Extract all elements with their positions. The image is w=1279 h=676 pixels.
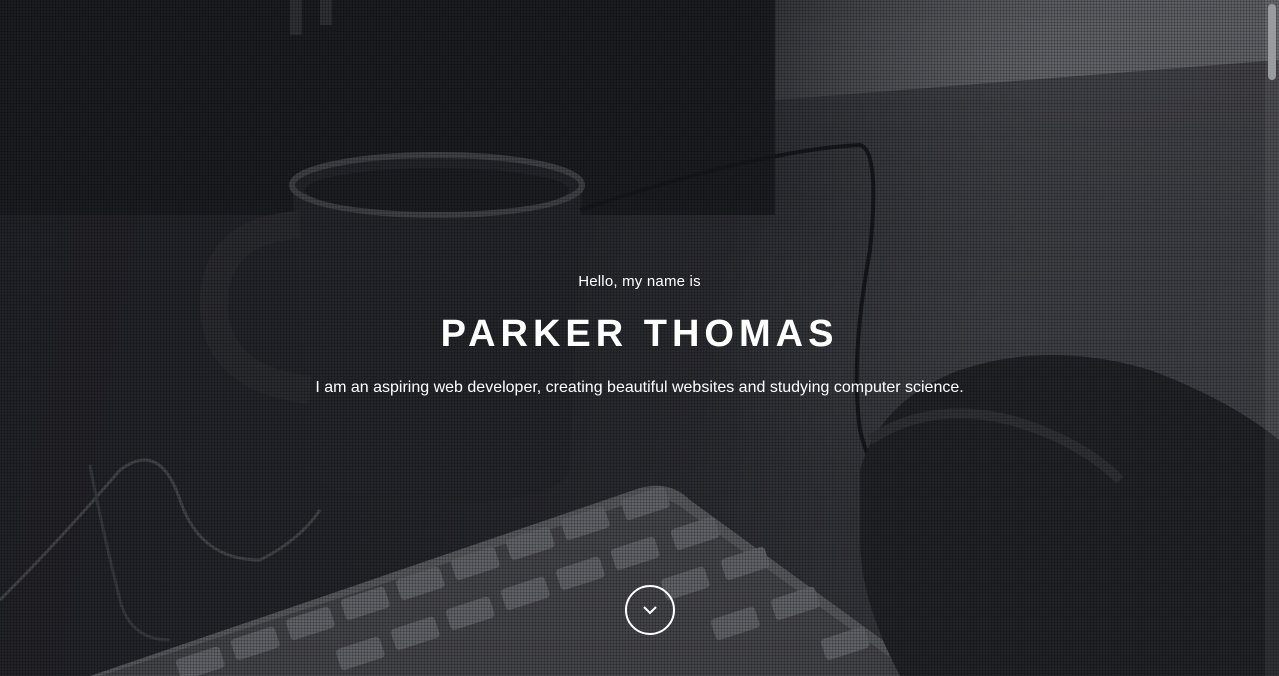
- hero-section: Hello, my name is PARKER THOMAS I am an …: [0, 0, 1279, 676]
- page-scrollbar[interactable]: [1265, 0, 1279, 676]
- hero-greeting: Hello, my name is: [578, 273, 701, 290]
- hero-name: PARKER THOMAS: [440, 313, 839, 355]
- chevron-down-icon: [643, 606, 657, 615]
- scroll-down-button[interactable]: [625, 585, 675, 635]
- scrollbar-thumb[interactable]: [1268, 4, 1276, 80]
- hero-tagline: I am an aspiring web developer, creating…: [315, 379, 964, 396]
